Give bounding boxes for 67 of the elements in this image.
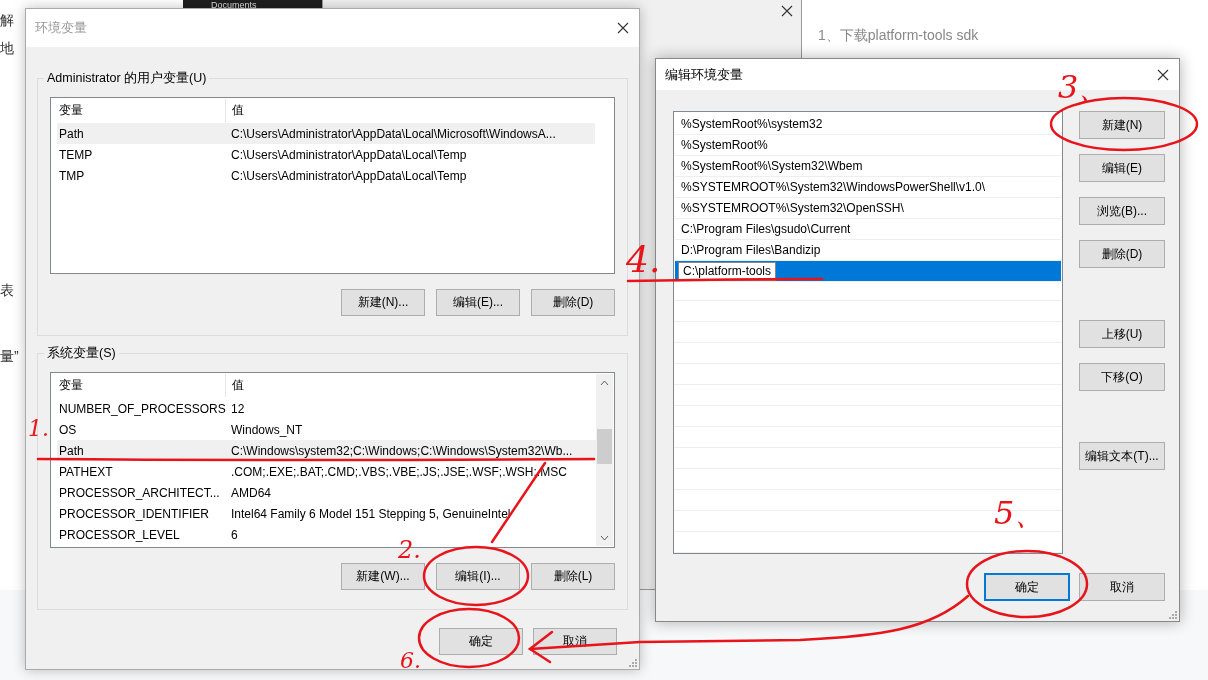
- close-icon[interactable]: [1157, 68, 1169, 81]
- variable-row[interactable]: NUMBER_OF_PROCESSORS 12: [57, 398, 596, 419]
- window-title: 编辑环境变量: [665, 65, 743, 84]
- article-text: 表: [0, 282, 14, 300]
- dialog-button[interactable]: 编辑(I)...: [436, 563, 520, 590]
- variable-value: Windows_NT: [230, 422, 304, 437]
- variable-name: PROCESSOR_IDENTIFIER: [58, 506, 211, 521]
- annotation-number: 4.: [626, 239, 661, 280]
- dialog-button[interactable]: 上移(U): [1079, 320, 1165, 348]
- resize-grip-icon[interactable]: [1169, 611, 1177, 619]
- annotation-number: 5、: [994, 494, 1047, 532]
- annotation-number: 2.: [398, 536, 421, 564]
- variable-row[interactable]: TEMP C:\Users\Administrator\AppData\Local\Temp: [57, 144, 595, 165]
- variable-name: NUMBER_OF_PROCESSORS: [58, 401, 225, 416]
- variable-name: OS: [58, 422, 78, 437]
- variable-name: PROCESSOR_LEVEL: [58, 527, 181, 542]
- close-icon[interactable]: [617, 22, 629, 34]
- variable-value: AMD64: [230, 485, 272, 500]
- group-label: 系统变量(S): [44, 345, 119, 362]
- group-label: Administrator 的用户变量(U): [44, 70, 210, 87]
- variable-value: 12: [230, 401, 246, 416]
- variable-row[interactable]: Path C:\Users\Administrator\AppData\Local\Microsoft\WindowsA...: [57, 123, 595, 144]
- annotation-number: 1.: [28, 416, 49, 441]
- variable-value: C:\Users\Administrator\AppData\Local\Microsoft\WindowsA...: [230, 126, 557, 141]
- article-text: 量”: [0, 348, 19, 366]
- dialog-button[interactable]: 新建(W)...: [341, 563, 425, 590]
- variable-name: PATHEXT: [58, 464, 114, 479]
- dialog-button[interactable]: 下移(O): [1079, 363, 1165, 391]
- resize-grip-icon[interactable]: [629, 659, 637, 667]
- variable-name: TMP: [58, 168, 86, 183]
- ok-button[interactable]: 确定: [439, 628, 523, 655]
- scroll-thumb[interactable]: [597, 429, 612, 464]
- variable-value: 6: [230, 527, 239, 542]
- dialog-button[interactable]: 浏览(B)...: [1079, 197, 1165, 225]
- variable-name: Path: [58, 126, 85, 141]
- variable-row[interactable]: PROCESSOR_IDENTIFIER Intel64 Family 6 Model 151 Stepping 5, GenuineIntel: [57, 503, 596, 524]
- article-text: 地: [0, 40, 14, 58]
- column-header[interactable]: 变量: [57, 374, 225, 397]
- window-title: 环境变量: [35, 19, 87, 37]
- variable-value: Intel64 Family 6 Model 151 Stepping 5, GenuineIntel: [230, 506, 512, 521]
- variable-value: C:\Windows\system32;C:\Windows;C:\Windows\System32\Wb...: [230, 443, 574, 458]
- cancel-button[interactable]: 取消: [1079, 573, 1165, 601]
- article-text: 解: [0, 12, 14, 30]
- variable-value: C:\Users\Administrator\AppData\Local\Temp: [230, 147, 468, 162]
- variable-row[interactable]: TMP C:\Users\Administrator\AppData\Local\Temp: [57, 165, 595, 186]
- article-text: 1、下载platform-tools sdk: [818, 27, 979, 45]
- variable-name: TEMP: [58, 147, 94, 162]
- dialog-button[interactable]: 删除(L): [531, 563, 615, 590]
- dialog-button[interactable]: 删除(D): [1079, 240, 1165, 268]
- dialog-button[interactable]: 编辑(E)...: [436, 289, 520, 316]
- dialog-button[interactable]: 新建(N): [1079, 111, 1165, 139]
- dialog-button[interactable]: 编辑文本(T)...: [1079, 442, 1165, 470]
- scrollbar[interactable]: [596, 374, 613, 546]
- variable-name: PROCESSOR_ARCHITECT...: [58, 485, 221, 500]
- close-icon[interactable]: [781, 5, 793, 17]
- variable-row[interactable]: PROCESSOR_ARCHITECT... AMD64: [57, 482, 596, 503]
- dialog-button[interactable]: 新建(N)...: [341, 289, 425, 316]
- path-entry-row[interactable]: C:\platform-tools: [675, 261, 1061, 282]
- dialog-button[interactable]: 编辑(E): [1079, 154, 1165, 182]
- variable-value: C:\Users\Administrator\AppData\Local\Temp: [230, 168, 468, 183]
- dialog-button[interactable]: 删除(D): [531, 289, 615, 316]
- annotation-number: 6.: [400, 648, 421, 673]
- variable-row[interactable]: OS Windows_NT: [57, 419, 596, 440]
- column-header[interactable]: 变量: [57, 99, 225, 122]
- column-header[interactable]: 值: [225, 99, 595, 122]
- ok-button[interactable]: 确定: [984, 573, 1070, 601]
- variable-name: Path: [58, 443, 85, 458]
